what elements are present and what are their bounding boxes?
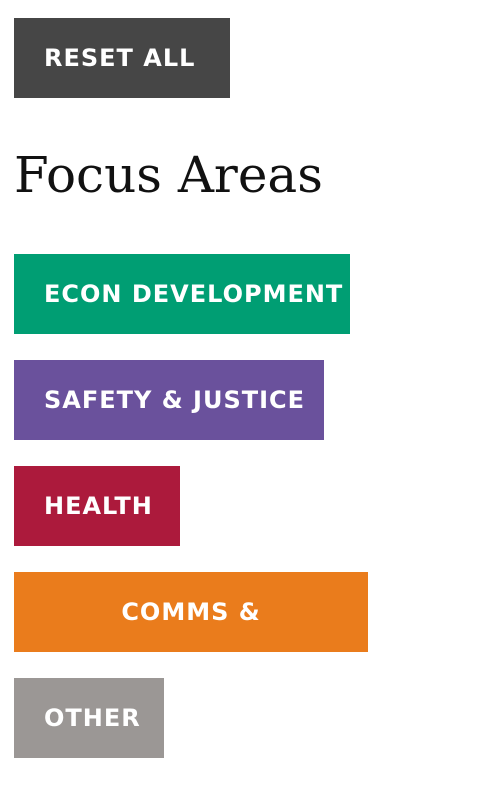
focus-area-health-button[interactable]: HEALTH bbox=[14, 466, 180, 546]
focus-area-label: OTHER bbox=[44, 704, 141, 732]
focus-area-label: HEALTH bbox=[44, 492, 153, 520]
focus-area-label: SAFETY & JUSTICE bbox=[44, 386, 306, 414]
focus-area-label: COMMS & bbox=[121, 598, 261, 626]
focus-area-safety-justice-button[interactable]: SAFETY & JUSTICE bbox=[14, 360, 324, 440]
reset-all-label: RESET ALL bbox=[44, 44, 196, 72]
focus-area-label: ECON DEVELOPMENT bbox=[44, 280, 344, 308]
page-title: Focus Areas bbox=[14, 146, 323, 204]
reset-all-button[interactable]: RESET ALL bbox=[14, 18, 230, 98]
focus-area-econ-development-button[interactable]: ECON DEVELOPMENT bbox=[14, 254, 350, 334]
focus-area-comms-button[interactable]: COMMS & bbox=[14, 572, 368, 652]
focus-area-other-button[interactable]: OTHER bbox=[14, 678, 164, 758]
